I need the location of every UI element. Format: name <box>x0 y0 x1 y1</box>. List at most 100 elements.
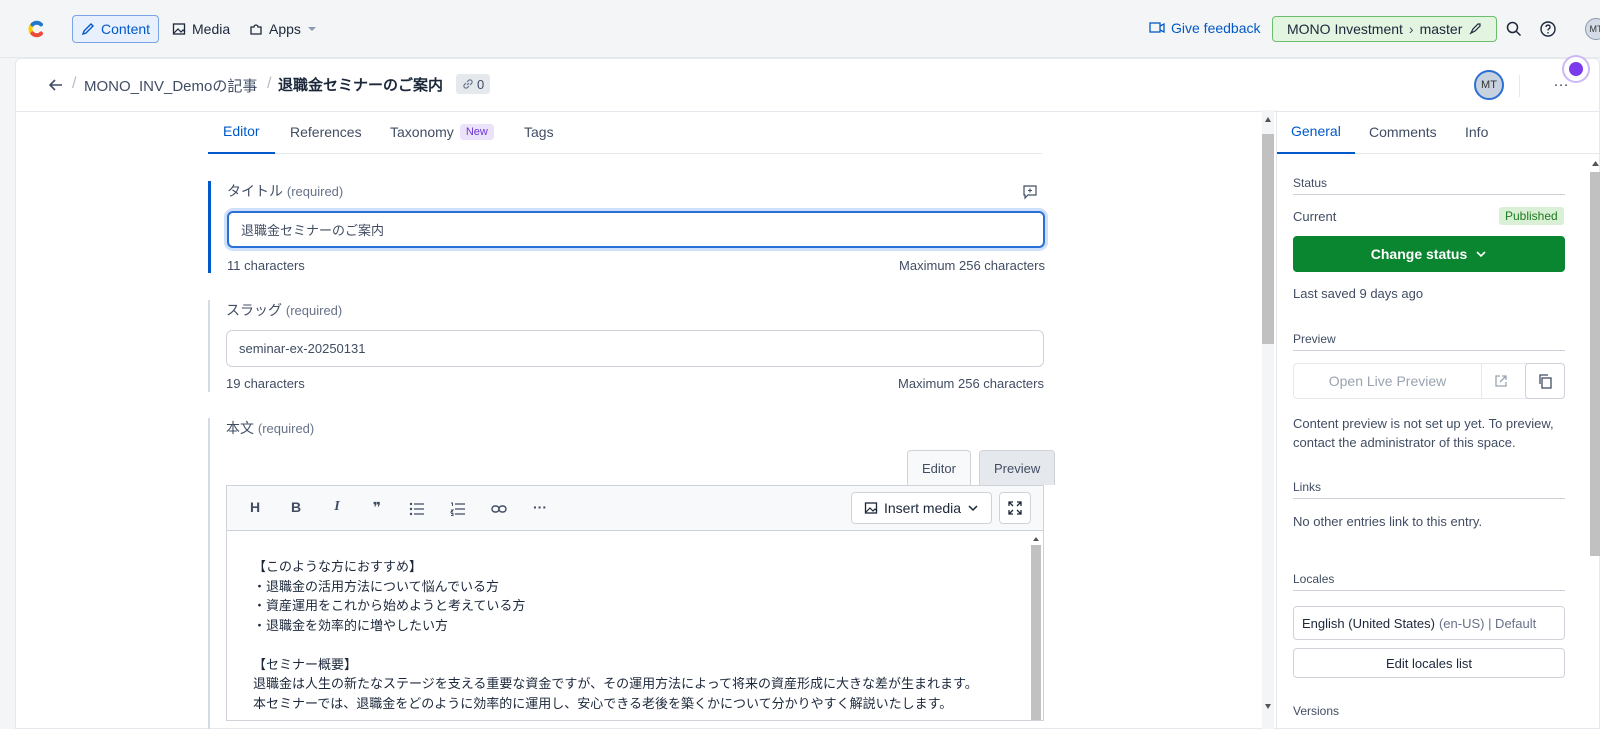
title-input[interactable]: 退職金セミナーのご案内 <box>227 211 1045 248</box>
nav-apps-button[interactable]: Apps <box>241 15 325 43</box>
header-divider <box>1519 75 1520 97</box>
tab-taxonomy-label: Taxonomy <box>390 124 454 140</box>
title-max: Maximum 256 characters <box>899 258 1045 273</box>
title-field-label: タイトル (required) <box>227 181 343 201</box>
open-live-preview-button[interactable]: Open Live Preview <box>1294 364 1482 398</box>
env-branch-name: master <box>1419 21 1463 37</box>
top-navigation: Content Media Apps Give feedback MONO In… <box>0 0 1600 58</box>
tab-editor[interactable]: Editor <box>208 110 275 154</box>
locale-code: (en-US) | Default <box>1438 615 1537 631</box>
nav-apps-label: Apps <box>269 21 301 37</box>
versions-heading: Versions <box>1293 704 1340 718</box>
bullet-list-icon[interactable] <box>409 502 425 516</box>
nav-content-button[interactable]: Content <box>72 15 160 43</box>
sidebar-tab-general[interactable]: General <box>1277 110 1355 154</box>
insert-media-label: Insert media <box>884 500 962 516</box>
tab-tags[interactable]: Tags <box>509 110 569 154</box>
external-link-icon <box>1495 375 1507 387</box>
sidebar-tab-info[interactable]: Info <box>1451 110 1502 154</box>
preview-note-line1: Content preview is not set up yet. To pr… <box>1293 416 1554 431</box>
help-icon[interactable] <box>1539 20 1557 38</box>
body-field-label: 本文 (required) <box>226 418 314 438</box>
slug-input[interactable]: seminar-ex-20250131 <box>226 330 1044 367</box>
fullscreen-button[interactable] <box>999 492 1031 524</box>
sidebar-tabs: General Comments Info <box>1277 110 1600 154</box>
quote-button[interactable]: ❞ <box>367 499 387 516</box>
last-saved-text: Last saved 9 days ago <box>1293 286 1424 301</box>
required-marker: (required) <box>285 303 343 318</box>
required-marker: (required) <box>286 184 344 199</box>
body-line: ・退職金の活用方法について悩んでいる方 <box>253 579 499 594</box>
italic-button[interactable]: I <box>327 499 347 515</box>
back-arrow-icon[interactable] <box>46 75 66 95</box>
status-badge: Published <box>1499 207 1564 225</box>
give-feedback-label: Give feedback <box>1171 20 1261 36</box>
body-label-text: 本文 <box>226 420 254 436</box>
search-icon[interactable] <box>1505 20 1523 38</box>
edit-locales-button[interactable]: Edit locales list <box>1293 648 1565 678</box>
body-editor-mode-button[interactable]: Editor <box>907 450 971 485</box>
body-preview-mode-button[interactable]: Preview <box>979 450 1056 485</box>
pen-icon <box>81 23 94 36</box>
entry-editor-avatar[interactable]: MT <box>1474 70 1504 100</box>
sidebar-tab-comments[interactable]: Comments <box>1355 110 1451 154</box>
give-feedback-link[interactable]: Give feedback <box>1149 20 1261 36</box>
nav-media-button[interactable]: Media <box>164 15 238 43</box>
status-heading: Status <box>1293 176 1565 195</box>
env-space-name: MONO Investment <box>1287 21 1403 37</box>
body-mode-switch: Editor Preview <box>210 450 1056 485</box>
link-icon[interactable] <box>491 502 507 516</box>
expand-icon <box>1008 501 1022 515</box>
copy-icon <box>1539 374 1552 389</box>
preview-note-line2: contact the administrator of this space. <box>1293 435 1516 450</box>
body-line: 本セミナーでは、退職金をどのように効率的に運用し、安心できる老後を築くかについて… <box>253 696 953 711</box>
title-label-text: タイトル <box>227 183 283 199</box>
incoming-links-count: 0 <box>477 76 485 92</box>
breadcrumb-separator: / <box>267 75 272 92</box>
entry-header: / MONO_INV_Demoの記事 / 退職金セミナーのご案内 0 MT … <box>16 59 1600 112</box>
required-marker: (required) <box>257 421 315 436</box>
image-icon <box>864 502 878 514</box>
sidebar-scrollbar[interactable] <box>1590 158 1600 729</box>
heading-button[interactable]: H <box>245 499 265 515</box>
main-scrollbar[interactable] <box>1262 110 1274 729</box>
change-status-button[interactable]: Change status <box>1293 236 1565 272</box>
environment-switcher[interactable]: MONO Investment › master <box>1272 16 1498 42</box>
body-scrollbar[interactable] <box>1031 535 1041 721</box>
contentful-logo-icon[interactable] <box>24 17 48 41</box>
body-line: 【このような方におすすめ】 <box>253 559 423 574</box>
title-field: タイトル (required) 退職金セミナーのご案内 11 character… <box>208 181 1045 273</box>
tab-taxonomy[interactable]: Taxonomy New <box>375 110 509 154</box>
link-icon <box>463 79 473 89</box>
slug-char-count: 19 characters Maximum 256 characters <box>226 376 1044 391</box>
copy-preview-button[interactable] <box>1525 363 1565 399</box>
chevron-down-icon <box>1476 251 1486 258</box>
tab-references[interactable]: References <box>275 110 377 154</box>
entry-sidebar: General Comments Info Status Current Pub… <box>1276 110 1600 729</box>
locales-heading: Locales <box>1293 572 1565 591</box>
chevron-down-icon <box>968 505 978 512</box>
more-formatting-button[interactable]: ··· <box>530 499 550 515</box>
numbered-list-icon[interactable] <box>450 502 466 516</box>
comment-icon[interactable] <box>1022 184 1038 200</box>
chevron-right-icon: › <box>1408 21 1414 37</box>
assistant-orb-icon[interactable] <box>1564 57 1588 81</box>
body-line: ・退職金を効率的に増やしたい方 <box>253 618 449 633</box>
slug-field-label: スラッグ (required) <box>226 300 342 320</box>
bold-button[interactable]: B <box>286 499 306 515</box>
breadcrumb-content-type[interactable]: MONO_INV_Demoの記事 <box>84 75 257 96</box>
open-external-button[interactable] <box>1482 364 1520 398</box>
links-heading: Links <box>1293 480 1565 499</box>
body-line: ・資産運用をこれから始めようと考えている方 <box>253 598 526 613</box>
caret-down-icon <box>307 27 316 31</box>
entry-title: 退職金セミナーのご案内 <box>278 77 444 94</box>
current-status-label: Current <box>1293 209 1337 224</box>
incoming-links-badge[interactable]: 0 <box>456 74 491 94</box>
puzzle-icon <box>250 24 262 35</box>
image-icon <box>172 23 186 35</box>
insert-media-button[interactable]: Insert media <box>851 492 993 524</box>
user-avatar[interactable]: MT <box>1585 18 1600 40</box>
body-preview-area[interactable]: 【このような方におすすめ】 ・退職金の活用方法について悩んでいる方 ・資産運用を… <box>226 531 1044 721</box>
slug-count: 19 characters <box>226 376 305 391</box>
nav-media-label: Media <box>192 21 231 37</box>
